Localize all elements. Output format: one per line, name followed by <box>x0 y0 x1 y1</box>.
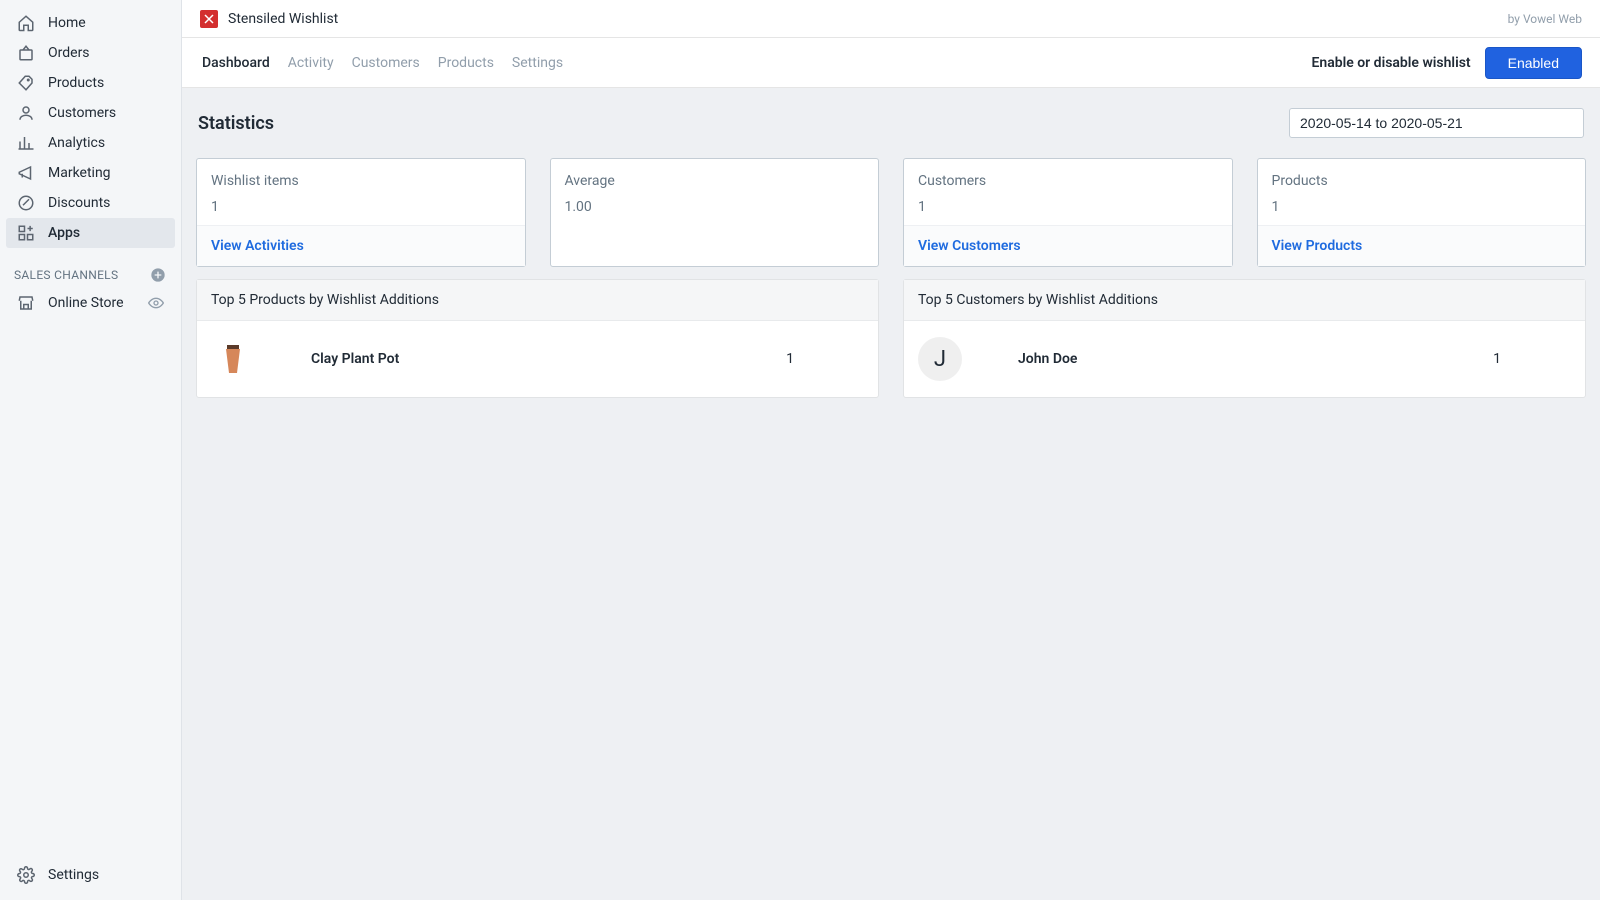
stat-card-products: Products 1 View Products <box>1257 158 1587 267</box>
sidebar-item-customers[interactable]: Customers <box>6 98 175 128</box>
tables-row: Top 5 Products by Wishlist Additions Cla… <box>196 279 1586 398</box>
top-products-panel: Top 5 Products by Wishlist Additions Cla… <box>196 279 879 398</box>
sidebar-item-label: Analytics <box>48 135 105 151</box>
stats-header: Statistics <box>196 104 1586 158</box>
preview-store-icon[interactable] <box>147 294 165 312</box>
panel-header: Top 5 Customers by Wishlist Additions <box>904 280 1585 321</box>
tab-activity[interactable]: Activity <box>286 42 336 84</box>
stat-label: Products <box>1272 173 1572 189</box>
vendor-label: by Vowel Web <box>1508 12 1582 26</box>
app-logo-icon <box>200 10 218 28</box>
tab-products[interactable]: Products <box>436 42 496 84</box>
sidebar-item-apps[interactable]: Apps <box>6 218 175 248</box>
sidebar-item-online-store[interactable]: Online Store <box>6 288 175 318</box>
main: Stensiled Wishlist by Vowel Web Dashboar… <box>182 0 1600 900</box>
sidebar-item-label: Apps <box>48 225 80 241</box>
sidebar-item-marketing[interactable]: Marketing <box>6 158 175 188</box>
customers-icon <box>16 103 36 123</box>
sidebar-item-label: Marketing <box>48 165 111 181</box>
panel-header: Top 5 Products by Wishlist Additions <box>197 280 878 321</box>
table-row[interactable]: J John Doe 1 <box>904 321 1585 397</box>
product-thumb-icon <box>211 337 255 381</box>
view-customers-link[interactable]: View Customers <box>918 238 1021 254</box>
home-icon <box>16 13 36 33</box>
tab-dashboard[interactable]: Dashboard <box>200 42 272 84</box>
stat-cards: Wishlist items 1 View Activities Average… <box>196 158 1586 267</box>
sidebar-item-label: Orders <box>48 45 90 61</box>
sidebar-bottom: Settings <box>0 860 181 900</box>
sidebar-item-settings[interactable]: Settings <box>6 860 175 890</box>
store-icon <box>16 293 36 313</box>
sidebar-item-label: Settings <box>48 867 99 883</box>
avatar: J <box>918 337 962 381</box>
date-range-input[interactable] <box>1289 108 1584 138</box>
channels-list: Online Store <box>0 288 181 318</box>
stat-value: 1 <box>1272 199 1572 215</box>
app-header: Stensiled Wishlist by Vowel Web <box>182 0 1600 38</box>
stat-label: Wishlist items <box>211 173 511 189</box>
tabs: Dashboard Activity Customers Products Se… <box>200 42 565 84</box>
content: Statistics Wishlist items 1 View Activit… <box>182 88 1600 900</box>
tabs-bar: Dashboard Activity Customers Products Se… <box>182 38 1600 88</box>
sidebar-item-label: Products <box>48 75 104 91</box>
sidebar-item-label: Home <box>48 15 86 31</box>
sidebar-item-label: Online Store <box>48 295 124 311</box>
stat-value: 1 <box>918 199 1218 215</box>
stat-label: Customers <box>918 173 1218 189</box>
sidebar-item-analytics[interactable]: Analytics <box>6 128 175 158</box>
stat-card-customers: Customers 1 View Customers <box>903 158 1233 267</box>
orders-icon <box>16 43 36 63</box>
discounts-icon <box>16 193 36 213</box>
enable-button[interactable]: Enabled <box>1485 47 1582 79</box>
sidebar-item-home[interactable]: Home <box>6 8 175 38</box>
tab-settings[interactable]: Settings <box>510 42 565 84</box>
sales-channels-header: SALES CHANNELS <box>0 248 181 288</box>
sidebar-item-discounts[interactable]: Discounts <box>6 188 175 218</box>
top-customers-panel: Top 5 Customers by Wishlist Additions J … <box>903 279 1586 398</box>
view-activities-link[interactable]: View Activities <box>211 238 304 254</box>
stats-title: Statistics <box>198 113 274 134</box>
view-products-link[interactable]: View Products <box>1272 238 1363 254</box>
stat-card-average: Average 1.00 <box>550 158 880 267</box>
app-title: Stensiled Wishlist <box>228 11 338 27</box>
products-icon <box>16 73 36 93</box>
sidebar-item-orders[interactable]: Orders <box>6 38 175 68</box>
stat-label: Average <box>565 173 865 189</box>
stat-card-wishlist-items: Wishlist items 1 View Activities <box>196 158 526 267</box>
table-row[interactable]: Clay Plant Pot 1 <box>197 321 878 397</box>
stat-value: 1.00 <box>565 199 865 215</box>
sidebar: Home Orders Products Customers <box>0 0 182 900</box>
sidebar-item-products[interactable]: Products <box>6 68 175 98</box>
gear-icon <box>16 865 36 885</box>
tab-customers[interactable]: Customers <box>350 42 422 84</box>
toggle-label: Enable or disable wishlist <box>1311 55 1470 71</box>
product-count: 1 <box>786 351 864 367</box>
add-channel-icon[interactable] <box>149 266 167 284</box>
sidebar-item-label: Discounts <box>48 195 110 211</box>
apps-icon <box>16 223 36 243</box>
product-name: Clay Plant Pot <box>311 351 399 367</box>
analytics-icon <box>16 133 36 153</box>
sidebar-item-label: Customers <box>48 105 116 121</box>
stat-value: 1 <box>211 199 511 215</box>
marketing-icon <box>16 163 36 183</box>
sales-channels-label: SALES CHANNELS <box>14 268 118 282</box>
customer-name: John Doe <box>1018 351 1077 367</box>
customer-count: 1 <box>1493 351 1571 367</box>
nav-list: Home Orders Products Customers <box>0 8 181 248</box>
